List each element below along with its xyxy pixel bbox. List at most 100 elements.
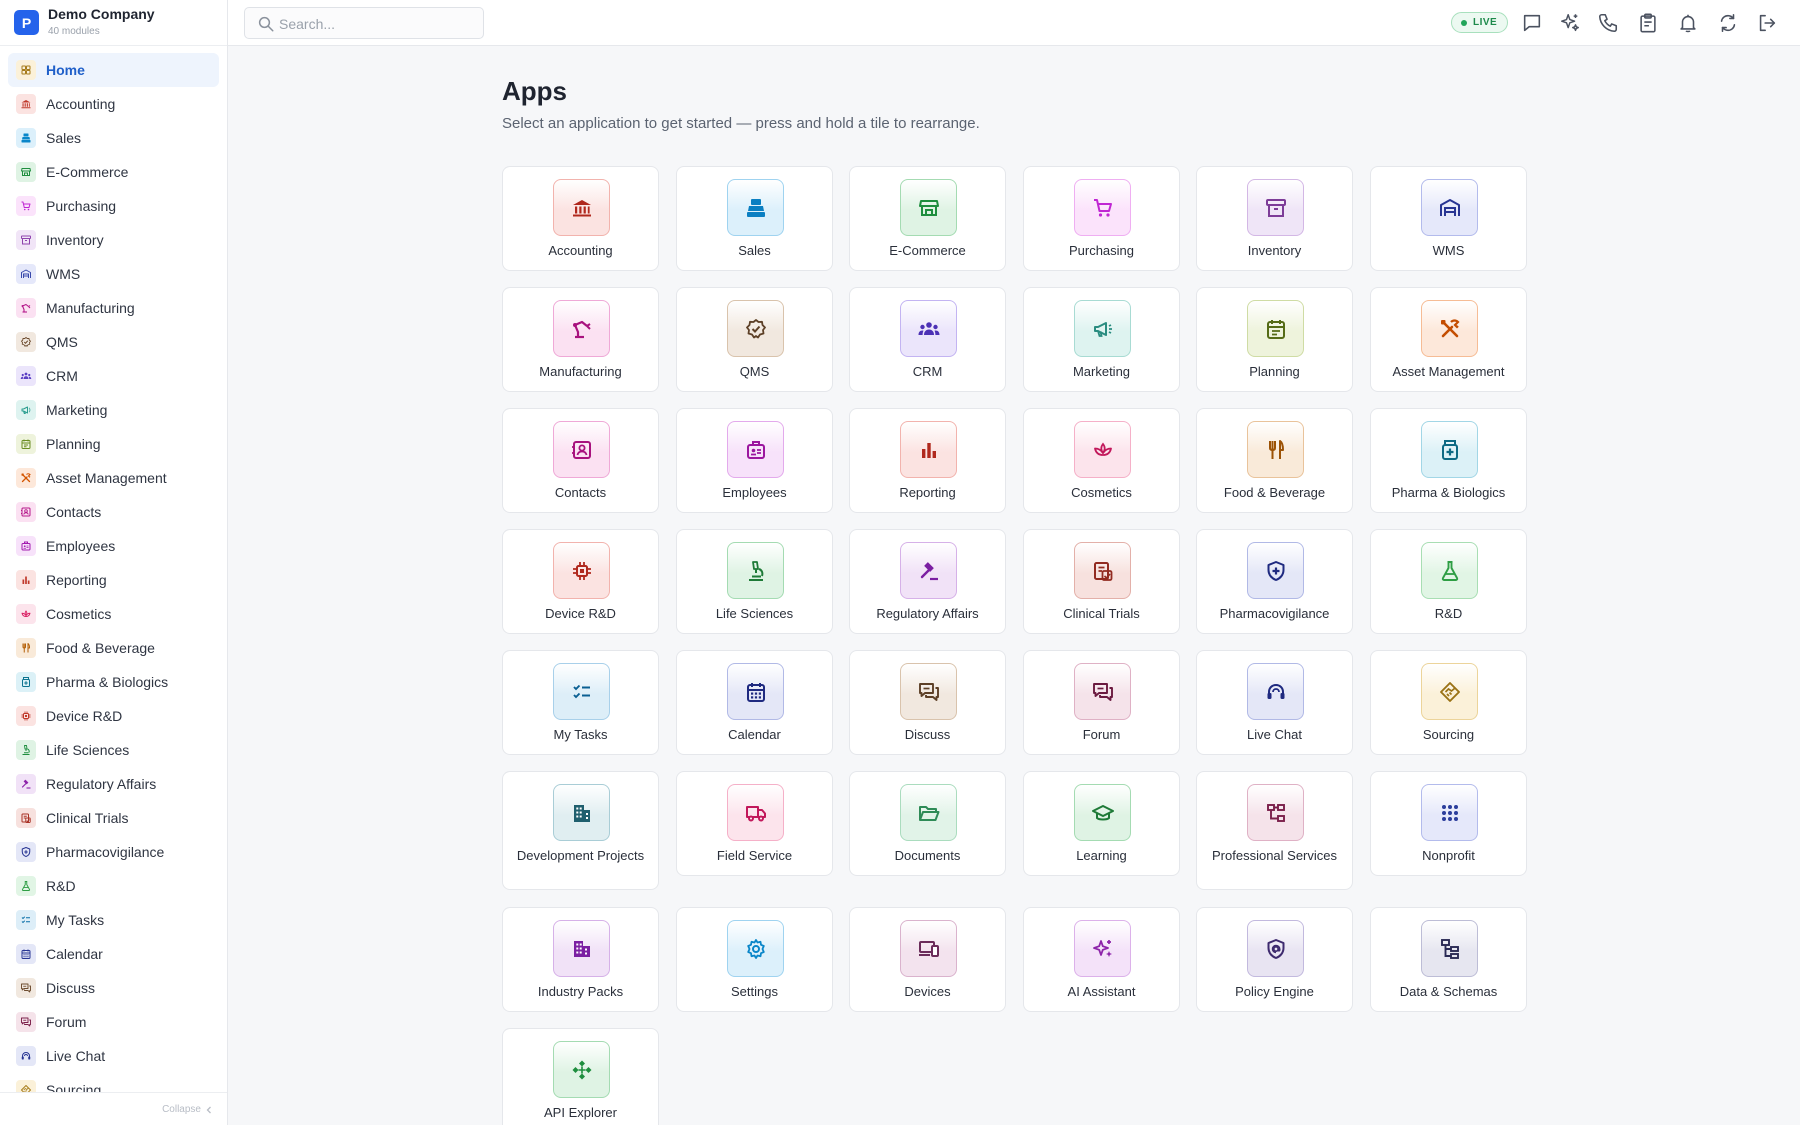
app-tile-pharmacovigilance[interactable]: Pharmacovigilance: [1196, 529, 1353, 634]
shield-at-icon: [1267, 938, 1284, 959]
sidebar-item-sourcing[interactable]: Sourcing: [8, 1073, 219, 1092]
app-tile-manufacturing[interactable]: Manufacturing: [502, 287, 659, 392]
app-tile-learning[interactable]: Learning: [1023, 771, 1180, 876]
sidebar-item-sales[interactable]: Sales: [8, 121, 219, 155]
sidebar-item-forum[interactable]: Forum: [8, 1005, 219, 1039]
contact-card-icon: [571, 440, 591, 459]
app-tile-life-sciences[interactable]: Life Sciences: [676, 529, 833, 634]
sync-icon[interactable]: [1716, 11, 1740, 35]
app-tile-field-service[interactable]: Field Service: [676, 771, 833, 876]
sidebar-item-discuss[interactable]: Discuss: [8, 971, 219, 1005]
app-tile-nonprofit[interactable]: Nonprofit: [1370, 771, 1527, 876]
app-tile-cosmetics[interactable]: Cosmetics: [1023, 408, 1180, 513]
brand-header[interactable]: P Demo Company 40 modules: [0, 0, 227, 46]
sidebar-item-home[interactable]: Home: [8, 53, 219, 87]
app-tile-inventory[interactable]: Inventory: [1196, 166, 1353, 271]
sidebar-item-crm[interactable]: CRM: [8, 359, 219, 393]
app-tile-qms[interactable]: QMS: [676, 287, 833, 392]
sidebar-item-accounting[interactable]: Accounting: [8, 87, 219, 121]
app-tile-live-chat[interactable]: Live Chat: [1196, 650, 1353, 755]
app-tile-sourcing[interactable]: Sourcing: [1370, 650, 1527, 755]
app-tile-reporting[interactable]: Reporting: [849, 408, 1006, 513]
app-tile-marketing[interactable]: Marketing: [1023, 287, 1180, 392]
app-tile-randd[interactable]: R&D: [1370, 529, 1527, 634]
app-tile-pharma-and-biologics[interactable]: Pharma & Biologics: [1370, 408, 1527, 513]
sidebar-item-pharma-and-biologics[interactable]: Pharma & Biologics: [8, 665, 219, 699]
chat-icon[interactable]: [1520, 11, 1544, 35]
sidebar-item-qms[interactable]: QMS: [8, 325, 219, 359]
app-tile-calendar[interactable]: Calendar: [676, 650, 833, 755]
app-tile-employees[interactable]: Employees: [676, 408, 833, 513]
app-icon: [1074, 179, 1131, 236]
sidebar-item-label: CRM: [46, 368, 78, 384]
sidebar-item-employees[interactable]: Employees: [8, 529, 219, 563]
app-tile-devices[interactable]: Devices: [849, 907, 1006, 1012]
app-tile-development-projects[interactable]: Development Projects: [502, 771, 659, 890]
app-tile-label: Nonprofit: [1422, 848, 1475, 863]
sidebar-item-inventory[interactable]: Inventory: [8, 223, 219, 257]
app-tile-regulatory-affairs[interactable]: Regulatory Affairs: [849, 529, 1006, 634]
sidebar-item-clinical-trials[interactable]: Clinical Trials: [8, 801, 219, 835]
app-tile-professional-services[interactable]: Professional Services: [1196, 771, 1353, 890]
sidebar-item-contacts[interactable]: Contacts: [8, 495, 219, 529]
app-tile-industry-packs[interactable]: Industry Packs: [502, 907, 659, 1012]
app-tile-discuss[interactable]: Discuss: [849, 650, 1006, 755]
app-tile-label: Sales: [738, 243, 771, 258]
app-tile-documents[interactable]: Documents: [849, 771, 1006, 876]
search-box[interactable]: [244, 7, 484, 39]
sidebar-item-asset-management[interactable]: Asset Management: [8, 461, 219, 495]
sidebar-item-randd[interactable]: R&D: [8, 869, 219, 903]
app-tile-sales[interactable]: Sales: [676, 166, 833, 271]
sidebar-item-pharmacovigilance[interactable]: Pharmacovigilance: [8, 835, 219, 869]
sidebar-item-regulatory-affairs[interactable]: Regulatory Affairs: [8, 767, 219, 801]
app-tile-contacts[interactable]: Contacts: [502, 408, 659, 513]
sidebar-item-food-and-beverage[interactable]: Food & Beverage: [8, 631, 219, 665]
app-icon: [1247, 542, 1304, 599]
app-tile-food-and-beverage[interactable]: Food & Beverage: [1196, 408, 1353, 513]
clipboard-icon[interactable]: [1636, 11, 1660, 35]
sidebar-icon: [16, 672, 36, 692]
sidebar-item-wms[interactable]: WMS: [8, 257, 219, 291]
sidebar-item-purchasing[interactable]: Purchasing: [8, 189, 219, 223]
app-tile-settings[interactable]: Settings: [676, 907, 833, 1012]
app-tile-my-tasks[interactable]: My Tasks: [502, 650, 659, 755]
app-tile-wms[interactable]: WMS: [1370, 166, 1527, 271]
sidebar-icon: [16, 128, 36, 148]
app-tile-data-and-schemas[interactable]: Data & Schemas: [1370, 907, 1527, 1012]
app-tile-asset-management[interactable]: Asset Management: [1370, 287, 1527, 392]
app-tile-policy-engine[interactable]: Policy Engine: [1196, 907, 1353, 1012]
app-tile-e-commerce[interactable]: E-Commerce: [849, 166, 1006, 271]
sidebar-item-cosmetics[interactable]: Cosmetics: [8, 597, 219, 631]
sidebar-item-calendar[interactable]: Calendar: [8, 937, 219, 971]
sidebar-item-marketing[interactable]: Marketing: [8, 393, 219, 427]
bell-icon[interactable]: [1676, 11, 1700, 35]
app-tile-clinical-trials[interactable]: Clinical Trials: [1023, 529, 1180, 634]
sidebar-item-manufacturing[interactable]: Manufacturing: [8, 291, 219, 325]
logout-icon[interactable]: [1755, 11, 1779, 35]
app-tile-label: Inventory: [1247, 243, 1302, 258]
sidebar-item-live-chat[interactable]: Live Chat: [8, 1039, 219, 1073]
contact-card-icon: [21, 507, 31, 517]
app-icon: [553, 179, 610, 236]
sidebar-item-life-sciences[interactable]: Life Sciences: [8, 733, 219, 767]
sidebar-item-planning[interactable]: Planning: [8, 427, 219, 461]
app-tile-forum[interactable]: Forum: [1023, 650, 1180, 755]
sidebar-item-reporting[interactable]: Reporting: [8, 563, 219, 597]
app-tile-purchasing[interactable]: Purchasing: [1023, 166, 1180, 271]
sidebar-item-e-commerce[interactable]: E-Commerce: [8, 155, 219, 189]
app-tile-label: Device R&D: [545, 606, 616, 621]
sidebar-item-my-tasks[interactable]: My Tasks: [8, 903, 219, 937]
sidebar-item-device-randd[interactable]: Device R&D: [8, 699, 219, 733]
app-tile-device-randd[interactable]: Device R&D: [502, 529, 659, 634]
app-tile-accounting[interactable]: Accounting: [502, 166, 659, 271]
collapse-button[interactable]: Collapse: [162, 1104, 213, 1115]
app-tile-crm[interactable]: CRM: [849, 287, 1006, 392]
app-tile-planning[interactable]: Planning: [1196, 287, 1353, 392]
sparkle-icon[interactable]: [1558, 11, 1582, 35]
phone-icon[interactable]: [1596, 11, 1620, 35]
app-tile-ai-assistant[interactable]: AI Assistant: [1023, 907, 1180, 1012]
sidebar-icon: [16, 400, 36, 420]
app-tile-api-explorer[interactable]: API Explorer: [502, 1028, 659, 1125]
search-input[interactable]: [279, 14, 474, 34]
gear-icon: [746, 938, 765, 959]
